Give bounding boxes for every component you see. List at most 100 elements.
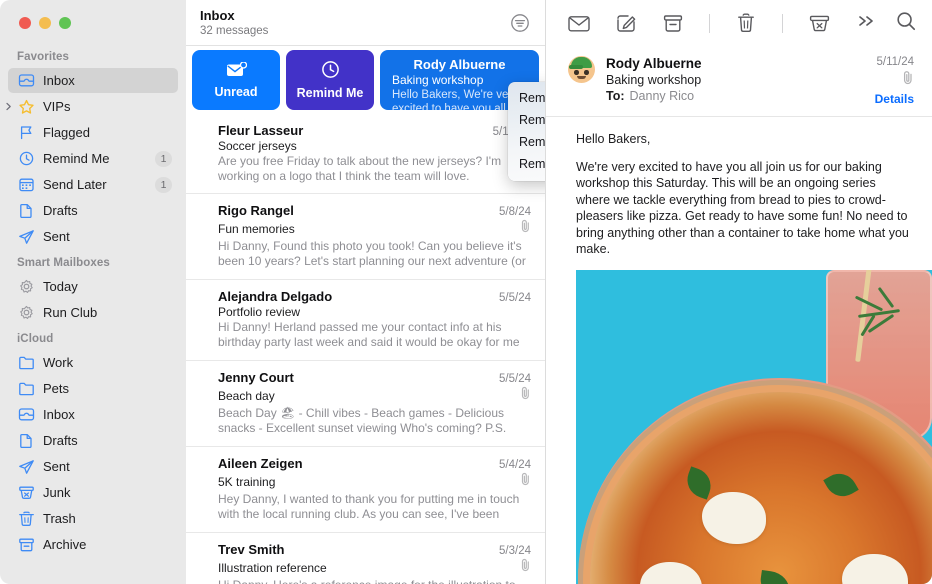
trash-icon bbox=[17, 511, 36, 527]
message-preview: Hi Danny, Here's a reference image for t… bbox=[218, 578, 531, 584]
message-subject: Illustration reference bbox=[218, 560, 327, 575]
swiped-message-row: Unread Remind Me Rody Albuerne Baking wo… bbox=[186, 46, 545, 114]
sidebar-item-inbox[interactable]: Inbox bbox=[8, 402, 178, 427]
sidebar-item-drafts[interactable]: Drafts bbox=[8, 198, 178, 223]
inbox-icon bbox=[17, 73, 36, 89]
mark-unread-icon[interactable] bbox=[568, 10, 590, 36]
clock-icon bbox=[17, 151, 36, 167]
sidebar-item-label: Send Later bbox=[43, 177, 107, 192]
remind-me-context-menu[interactable]: Remind Me in 1 HourRemind Me TonightRemi… bbox=[508, 82, 545, 181]
unread-badge: 1 bbox=[155, 176, 172, 193]
sidebar-item-drafts[interactable]: Drafts bbox=[8, 428, 178, 453]
sidebar-item-label: VIPs bbox=[43, 99, 71, 114]
mailbox-title: Inbox bbox=[200, 7, 235, 23]
sidebar-item-flagged[interactable]: Flagged bbox=[8, 120, 178, 145]
sidebar-item-label: Inbox bbox=[43, 407, 75, 422]
avatar bbox=[568, 56, 595, 83]
minimize-button[interactable] bbox=[39, 17, 51, 29]
message-date: 5/3/24 bbox=[499, 545, 531, 557]
message-subject: Portfolio review bbox=[218, 305, 301, 319]
sidebar-item-label: Inbox bbox=[43, 73, 75, 88]
message-date: 5/5/24 bbox=[499, 373, 531, 385]
toolbar-divider bbox=[709, 13, 710, 33]
sidebar-item-inbox[interactable]: Inbox bbox=[8, 68, 178, 93]
sidebar-item-archive[interactable]: Archive bbox=[8, 532, 178, 557]
context-menu-item[interactable]: Remind Me Later… bbox=[508, 153, 545, 175]
message-row[interactable]: Jenny Court 5/5/24 Beach day Beach Day 🏖 - … bbox=[186, 361, 545, 447]
trash-icon[interactable] bbox=[736, 10, 757, 36]
sidebar-item-label: Trash bbox=[43, 511, 76, 526]
context-menu-item[interactable]: Remind Me Tomorrow bbox=[508, 131, 545, 153]
mail-window: Favorites Inbox VIPs Flagged Remind Me 1 Send … bbox=[0, 0, 932, 584]
context-menu-item[interactable]: Remind Me in 1 Hour bbox=[508, 87, 545, 109]
message-row[interactable]: Fleur Lasseur5/10/24Soccer jerseysAre yo… bbox=[186, 114, 545, 194]
sidebar-item-label: Archive bbox=[43, 537, 87, 552]
message-body: Hello Bakers, We're very excited to have… bbox=[546, 117, 932, 270]
reading-pane-toolbar bbox=[546, 0, 932, 46]
sidebar-item-run-club[interactable]: Run Club bbox=[8, 300, 178, 325]
document-icon bbox=[17, 433, 36, 449]
flag-icon bbox=[17, 125, 36, 141]
folder-icon bbox=[17, 355, 36, 371]
sidebar-item-label: Pets bbox=[43, 381, 70, 396]
message-subject: 5K training bbox=[218, 474, 276, 489]
clock-icon bbox=[321, 60, 340, 82]
compose-icon[interactable] bbox=[616, 10, 637, 36]
message-sender: Jenny Court bbox=[218, 370, 294, 385]
sidebar-section-header: Favorites bbox=[17, 51, 70, 63]
message-preview: Hey Danny, I wanted to thank you for put… bbox=[218, 492, 520, 523]
message-sender: Rigo Rangel bbox=[218, 203, 294, 218]
details-link[interactable]: Details bbox=[875, 92, 914, 106]
swipe-action-remind-me-label: Remind Me bbox=[296, 86, 364, 100]
message-preview: Hi Danny, Found this photo you took! Can… bbox=[218, 239, 526, 270]
calendar-icon bbox=[17, 177, 36, 193]
sidebar-item-send-later[interactable]: Send Later 1 bbox=[8, 172, 178, 197]
folder-icon bbox=[17, 381, 36, 397]
sidebar-item-vips[interactable]: VIPs bbox=[5, 94, 178, 119]
paper-plane-icon bbox=[17, 459, 36, 475]
sidebar-item-label: Remind Me bbox=[43, 151, 110, 166]
message-row[interactable]: Trev Smith 5/3/24 Illustration reference Hi… bbox=[186, 533, 545, 584]
sidebar-item-sent[interactable]: Sent bbox=[8, 224, 178, 249]
filter-icon[interactable] bbox=[509, 12, 531, 34]
message-subject: Fun memories bbox=[218, 221, 295, 236]
sidebar-item-label: Sent bbox=[43, 459, 70, 474]
sidebar-item-label: Drafts bbox=[43, 433, 78, 448]
swipe-action-remind-me[interactable]: Remind Me bbox=[286, 50, 374, 110]
sidebar-item-label: Sent bbox=[43, 229, 70, 244]
archive-icon[interactable] bbox=[663, 10, 684, 36]
sidebar-item-remind-me[interactable]: Remind Me 1 bbox=[8, 146, 178, 171]
paperclip-icon bbox=[902, 70, 914, 90]
sidebar-item-today[interactable]: Today bbox=[8, 274, 178, 299]
sidebar-item-pets[interactable]: Pets bbox=[8, 376, 178, 401]
sidebar-item-work[interactable]: Work bbox=[8, 350, 178, 375]
swipe-action-unread-label: Unread bbox=[214, 84, 258, 99]
message-row[interactable]: Rigo Rangel 5/8/24 Fun memories Hi Danny, F… bbox=[186, 194, 545, 280]
sidebar-item-trash[interactable]: Trash bbox=[8, 506, 178, 531]
context-menu-item[interactable]: Remind Me Tonight bbox=[508, 109, 545, 131]
message-row[interactable]: Alejandra Delgado 5/5/24 Portfolio review H… bbox=[186, 280, 545, 361]
chevron-right-icon[interactable] bbox=[2, 101, 14, 113]
message-sender: Rody Albuerne bbox=[606, 56, 702, 71]
document-icon bbox=[17, 203, 36, 219]
paperclip-icon bbox=[520, 472, 531, 491]
message-date: 5/8/24 bbox=[499, 206, 531, 218]
close-button[interactable] bbox=[19, 17, 31, 29]
swipe-action-unread[interactable]: Unread bbox=[192, 50, 280, 110]
attachment-photo[interactable] bbox=[576, 269, 932, 584]
message-row[interactable]: Aileen Zeigen 5/4/24 5K training Hey Danny,… bbox=[186, 447, 545, 533]
sidebar-item-junk[interactable]: Junk bbox=[8, 480, 178, 505]
more-chevrons-icon[interactable] bbox=[856, 13, 876, 34]
selected-message-preview: Hello Bakers, We're very excited to have… bbox=[392, 89, 527, 110]
sidebar-section-header: Smart Mailboxes bbox=[17, 257, 110, 269]
sidebar-item-sent[interactable]: Sent bbox=[8, 454, 178, 479]
zoom-button[interactable] bbox=[59, 17, 71, 29]
message-sender: Fleur Lasseur bbox=[218, 123, 304, 138]
message-sender: Alejandra Delgado bbox=[218, 289, 333, 304]
unread-badge: 1 bbox=[155, 150, 172, 167]
reading-pane: Rody Albuerne Baking workshop To: Danny R… bbox=[546, 0, 932, 584]
search-icon[interactable] bbox=[896, 11, 916, 36]
message-count: 32 messages bbox=[200, 24, 269, 37]
junk-icon[interactable] bbox=[809, 10, 830, 36]
paperclip-icon bbox=[520, 386, 531, 405]
